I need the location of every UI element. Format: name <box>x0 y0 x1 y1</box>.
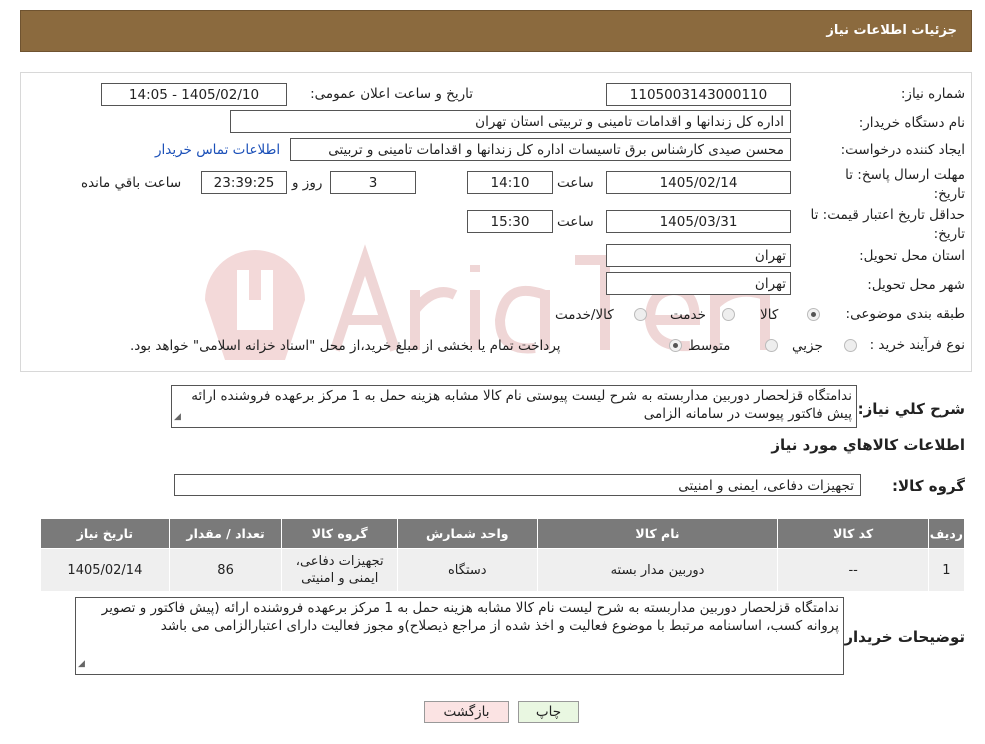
process-treasury-note: پرداخت تمام یا بخشی از مبلغ خرید،از محل … <box>130 338 561 354</box>
items-table: رديف کد کالا نام کالا واحد شمارش گروه کا… <box>40 518 966 592</box>
back-button[interactable]: بازگشت <box>424 701 509 723</box>
announce-label: تاریخ و ساعت اعلان عمومی: <box>310 86 473 102</box>
days-field: 3 <box>330 171 416 194</box>
process-medium-label: متوسط <box>688 338 731 354</box>
page-header: جزئیات اطلاعات نیاز <box>20 10 972 52</box>
creator-field: محسن صیدی کارشناس برق تاسیسات اداره کل ز… <box>290 138 791 161</box>
col-item-name: نام کالا <box>536 518 779 549</box>
buyer-field: اداره کل زندانها و اقدامات تامینی و تربی… <box>230 110 791 133</box>
resize-grip-icon: ◢ <box>174 412 181 422</box>
deadline-date-field: 1405/02/14 <box>606 171 791 194</box>
summary-text-content: ندامتگاه قزلحصار دوربین مداربسته به شرح … <box>191 388 852 422</box>
col-need-date: تاريخ نياز <box>40 518 170 549</box>
validity-label: حداقل تاریخ اعتبار قیمت: تا تاریخ: <box>810 207 965 242</box>
summary-text: ندامتگاه قزلحصار دوربین مداربسته به شرح … <box>171 385 857 428</box>
print-button[interactable]: چاپ <box>518 701 579 723</box>
col-row-number: رديف <box>927 518 966 549</box>
need-number-label: شماره نیاز: <box>900 86 965 102</box>
category-goods-service-radio[interactable] <box>634 308 647 321</box>
col-item-group: گروه کالا <box>281 518 399 549</box>
page-title: جزئیات اطلاعات نیاز <box>826 23 957 38</box>
category-service-label: خدمت <box>670 307 706 323</box>
buyer-contact-link[interactable]: اطلاعات تماس خریدار <box>155 142 280 158</box>
category-goods-service-label: کالا/خدمت <box>555 307 614 323</box>
remaining-time-field: 23:39:25 <box>201 171 287 194</box>
col-quantity: تعداد / مقدار <box>168 518 283 549</box>
cell-unit: دستگاه <box>397 548 538 592</box>
remaining-label: ساعت باقي مانده <box>81 175 182 191</box>
goods-group-field: تجهیزات دفاعی، ایمنی و امنیتی <box>174 474 861 496</box>
category-goods-radio[interactable] <box>807 308 820 321</box>
deadline-time-field: 14:10 <box>467 171 553 194</box>
cell-item-name: دوربین مدار بسته <box>536 548 779 592</box>
validity-date-field: 1405/03/31 <box>606 210 791 233</box>
need-number-field: 1105003143000110 <box>606 83 791 106</box>
buyer-label: نام دستگاه خریدار: <box>858 115 965 131</box>
cell-quantity: 86 <box>168 548 283 592</box>
items-table-header: رديف کد کالا نام کالا واحد شمارش گروه کا… <box>40 518 966 549</box>
goods-section-title: اطلاعات کالاهاي مورد نياز <box>771 436 965 454</box>
buyer-notes-text: ندامتگاه قزلحصار دوربین مداربسته به شرح … <box>75 597 844 675</box>
process-medium-radio[interactable] <box>765 339 778 352</box>
city-field: تهران <box>606 272 791 295</box>
validity-time-field: 15:30 <box>467 210 553 233</box>
deadline-label: مهلت ارسال پاسخ: تا تاریخ: <box>845 167 965 202</box>
days-label: روز و <box>292 175 323 191</box>
col-unit: واحد شمارش <box>397 518 538 549</box>
category-label: طبقه بندی موضوعی: <box>845 306 965 322</box>
buyer-notes-content: ندامتگاه قزلحصار دوربین مداربسته به شرح … <box>101 600 839 634</box>
creator-label: ایجاد کننده درخواست: <box>840 142 965 158</box>
province-field: تهران <box>606 244 791 267</box>
col-item-code: کد کالا <box>777 518 929 549</box>
summary-label: شرح کلي نياز: <box>857 400 965 418</box>
cell-need-date: 1405/02/14 <box>40 548 170 592</box>
process-treasury-checkbox[interactable] <box>669 339 682 352</box>
category-goods-label: کالا <box>760 307 779 323</box>
province-label: استان محل تحویل: <box>859 248 965 264</box>
validity-time-label: ساعت <box>557 214 594 230</box>
table-row: 1 -- دوربین مدار بسته دستگاه تجهیزات دفا… <box>40 548 966 592</box>
cell-row-number: 1 <box>927 548 966 592</box>
deadline-time-label: ساعت <box>557 175 594 191</box>
cell-item-code: -- <box>777 548 929 592</box>
city-label: شهر محل تحویل: <box>867 277 965 293</box>
cell-item-group: تجهیزات دفاعی، ایمنی و امنیتی <box>281 548 399 592</box>
resize-grip-icon: ◢ <box>78 659 85 669</box>
announce-field: 1405/02/10 - 14:05 <box>101 83 287 106</box>
process-label: نوع فرآیند خرید : <box>869 337 965 353</box>
process-minor-radio[interactable] <box>844 339 857 352</box>
buyer-notes-label: توضیحات خریدار: <box>838 628 965 646</box>
category-service-radio[interactable] <box>722 308 735 321</box>
goods-group-label: گروه کالا: <box>892 477 965 495</box>
process-minor-label: جزيي <box>792 338 823 354</box>
